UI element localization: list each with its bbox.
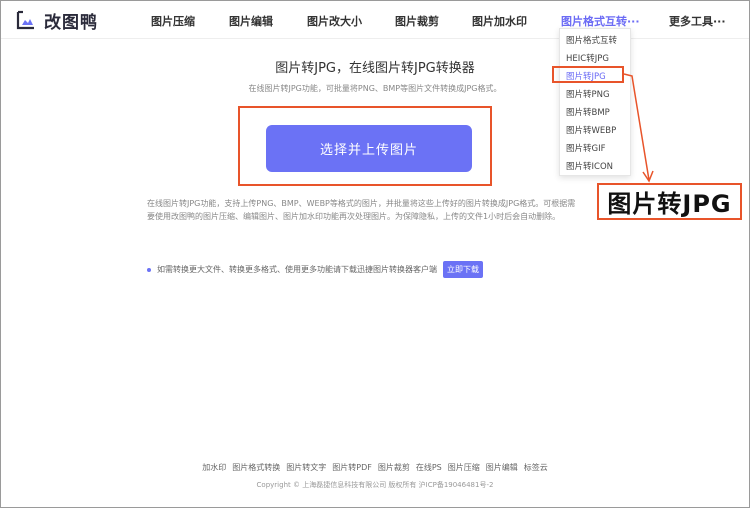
footer-link-image-crop[interactable]: 图片裁剪 <box>378 462 410 473</box>
callout-label: 图片转JPG <box>597 183 742 220</box>
footer-link-image-edit[interactable]: 图片编辑 <box>486 462 518 473</box>
annotation-arrow-icon <box>623 73 654 183</box>
footer-link-tag-cloud[interactable]: 标签云 <box>524 462 548 473</box>
copyright: Copyright © 上海磊捷信息科技有限公司 版权所有 沪ICP备19046… <box>256 481 494 489</box>
footer-link-online-ps[interactable]: 在线PS <box>416 462 442 473</box>
footer-link-image-to-pdf[interactable]: 图片转PDF <box>332 462 372 473</box>
footer-link-image-to-text[interactable]: 图片转文字 <box>286 462 326 473</box>
footer-link-image-compress[interactable]: 图片压缩 <box>448 462 480 473</box>
footer-links: 加水印 图片格式转换 图片转文字 图片转PDF 图片裁剪 在线PS 图片压缩 图… <box>0 462 750 473</box>
footer-link-format-convert[interactable]: 图片格式转换 <box>232 462 280 473</box>
footer-link-watermark[interactable]: 加水印 <box>202 462 226 473</box>
